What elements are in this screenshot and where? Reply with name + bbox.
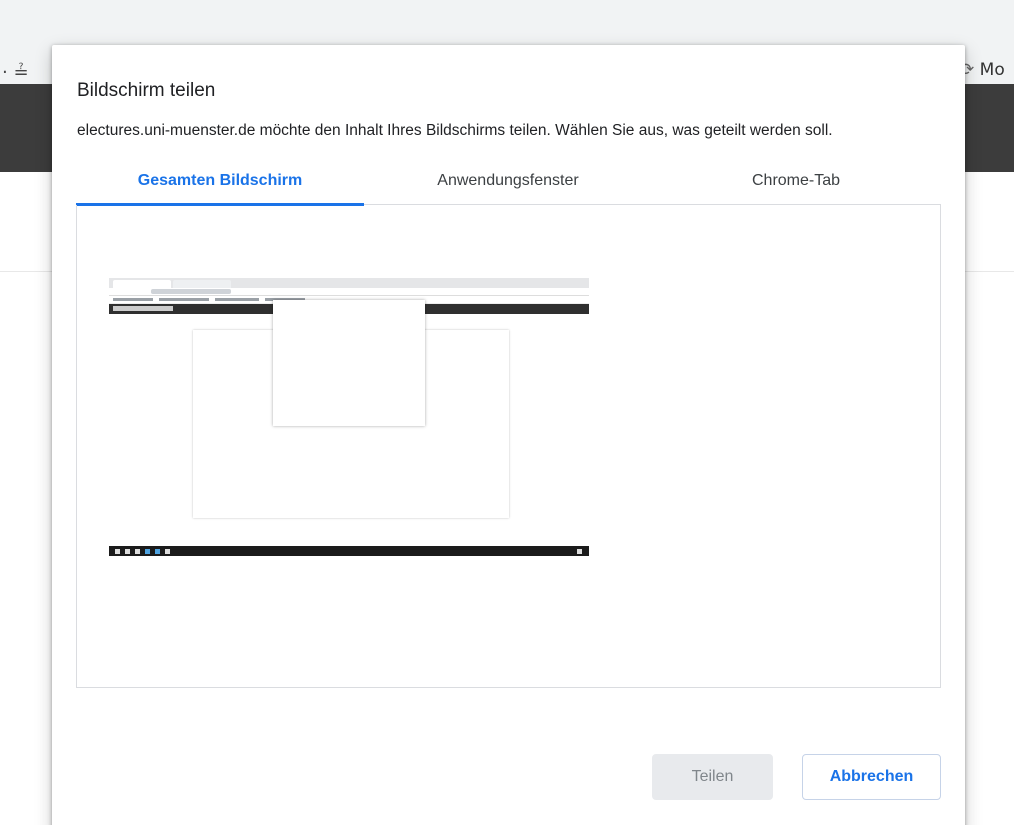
profile-text: Mo: [979, 60, 1005, 80]
thumbnail-taskbar: [109, 546, 589, 556]
screen-thumbnail[interactable]: [109, 278, 589, 556]
menu-icon: ⋅ ≟: [2, 62, 29, 83]
thumbnail-tabstrip: [109, 278, 589, 288]
profile-label: ⟳ Mo: [960, 60, 1014, 80]
thumbnail-address-bar: [109, 288, 589, 296]
tab-application-window[interactable]: Anwendungsfenster: [364, 170, 652, 205]
thumbnail-dialog: [273, 300, 425, 426]
tab-chrome-tab[interactable]: Chrome-Tab: [652, 170, 940, 205]
share-screen-dialog: Bildschirm teilen electures.uni-muenster…: [52, 45, 965, 825]
cancel-button[interactable]: Abbrechen: [802, 754, 941, 800]
dialog-subtitle: electures.uni-muenster.de möchte den Inh…: [77, 122, 833, 139]
tab-entire-screen[interactable]: Gesamten Bildschirm: [76, 170, 364, 206]
source-list-panel: [76, 205, 941, 688]
source-tabs: Gesamten Bildschirm Anwendungsfenster Ch…: [76, 170, 941, 206]
share-button[interactable]: Teilen: [652, 754, 773, 800]
dialog-title: Bildschirm teilen: [77, 80, 216, 101]
